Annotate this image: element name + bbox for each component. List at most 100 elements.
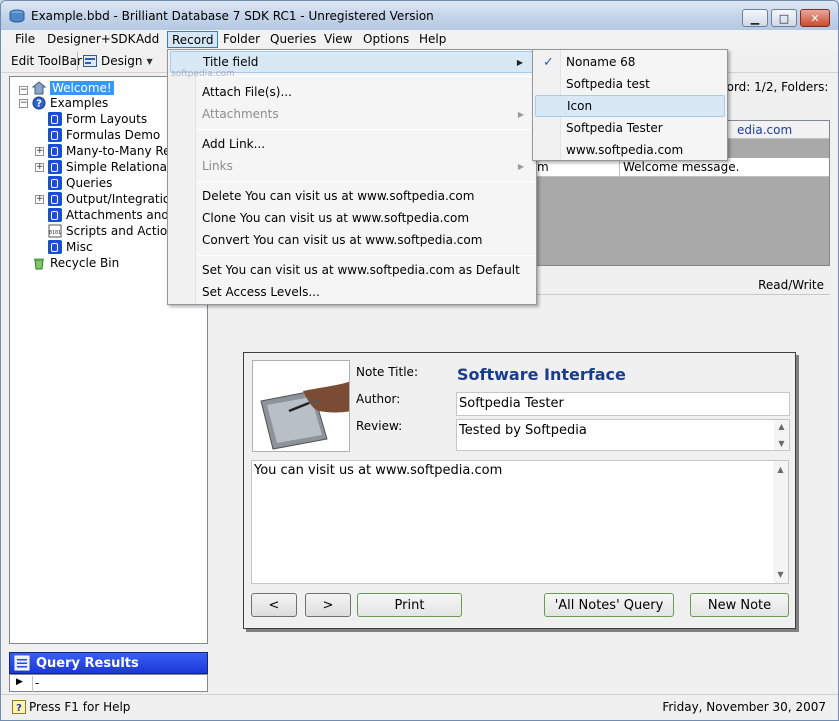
review-scrollbar[interactable]: ▲ ▼	[774, 420, 789, 450]
menu-item-convert[interactable]: Convert You can visit us at www.softpedi…	[170, 229, 534, 251]
menu-help[interactable]: Help	[415, 31, 450, 48]
expand-icon[interactable]: +	[35, 163, 44, 172]
design-icon	[83, 55, 97, 67]
menu-file[interactable]: File	[11, 31, 39, 48]
review-text: Tested by Softpedia	[459, 423, 587, 438]
tree-item-scripts-actions[interactable]: 0101 Scripts and Actions	[48, 223, 181, 239]
scroll-up-icon[interactable]: ▲	[773, 465, 788, 474]
help-circle-icon: ?	[32, 96, 46, 110]
book-icon	[48, 128, 62, 142]
check-icon: ✓	[543, 54, 554, 70]
svg-text:0101: 0101	[49, 230, 61, 236]
author-field[interactable]: Softpedia Tester	[456, 392, 790, 416]
status-date: Friday, November 30, 2007	[662, 700, 826, 714]
menu-item-delete[interactable]: Delete You can visit us at www.softpedia…	[170, 185, 534, 207]
status-bar: ? Press F1 for Help Friday, November 30,…	[1, 694, 838, 720]
book-icon	[48, 240, 62, 254]
menu-record[interactable]: Record	[167, 31, 219, 48]
menu-separator	[198, 76, 534, 77]
scroll-down-icon[interactable]: ▼	[773, 570, 788, 579]
tree-item-output-integration[interactable]: Output/Integration	[48, 191, 178, 207]
tree-item-formulas-demo[interactable]: Formulas Demo	[48, 127, 160, 143]
title-field-submenu: ✓ Noname 68 Softpedia test Icon Softpedi…	[532, 49, 728, 161]
record-menu: Title field ▶ Attach File(s)... Attachme…	[167, 49, 537, 305]
prev-record-button[interactable]: <	[251, 593, 297, 617]
app-window: Example.bbd - Brilliant Database 7 SDK R…	[0, 0, 839, 721]
menu-item-clone[interactable]: Clone You can visit us at www.softpedia.…	[170, 207, 534, 229]
menu-folder[interactable]: Folder	[219, 31, 264, 48]
menu-separator	[198, 181, 534, 182]
menu-item-links: Links ▶	[202, 159, 524, 173]
query-results-header[interactable]: Query Results	[9, 652, 208, 674]
scroll-up-icon[interactable]: ▲	[774, 422, 789, 431]
tree-item-examples[interactable]: ? Examples	[32, 95, 108, 111]
submenu-item-website[interactable]: www.softpedia.com	[535, 139, 725, 161]
grid-link-cell[interactable]: edia.com	[737, 123, 792, 137]
book-icon	[48, 176, 62, 190]
menu-view[interactable]: View	[320, 31, 356, 48]
book-icon	[48, 192, 62, 206]
collapse-icon[interactable]: −	[19, 86, 28, 95]
submenu-item-icon[interactable]: Icon	[535, 95, 725, 117]
book-icon	[48, 112, 62, 126]
menu-item-add-link[interactable]: Add Link...	[170, 133, 534, 155]
tree-item-form-layouts[interactable]: Form Layouts	[48, 111, 147, 127]
menu-queries[interactable]: Queries	[266, 31, 320, 48]
row-pointer-icon: ▶	[16, 677, 23, 687]
menu-item-set-default[interactable]: Set You can visit us at www.softpedia.co…	[170, 259, 534, 281]
status-help-text: Press F1 for Help	[29, 700, 131, 714]
query-results-cell: -	[32, 676, 39, 692]
menu-add[interactable]: Add	[132, 31, 163, 48]
maximize-button[interactable]: □	[771, 9, 797, 27]
submenu-item-softpedia-test[interactable]: Softpedia test	[535, 73, 725, 95]
book-icon	[48, 208, 62, 222]
close-button[interactable]: ✕	[800, 9, 830, 27]
book-icon	[48, 160, 62, 174]
all-notes-query-button[interactable]: 'All Notes' Query	[544, 593, 674, 617]
submenu-arrow-icon: ▶	[516, 57, 523, 67]
submenu-arrow-icon: ▶	[517, 161, 524, 171]
note-title-value[interactable]: Software Interface	[457, 365, 626, 384]
tree-item-queries[interactable]: Queries	[48, 175, 112, 191]
access-level: Read/Write	[758, 278, 824, 292]
expand-icon[interactable]: +	[35, 195, 44, 204]
note-form: Note Title: Software Interface Author: S…	[243, 352, 796, 629]
chevron-down-icon: ▼	[146, 56, 153, 66]
note-body-scrollbar[interactable]: ▲ ▼	[773, 461, 788, 583]
window-title: Example.bbd - Brilliant Database 7 SDK R…	[31, 9, 434, 23]
watermark: softpedia.com	[171, 69, 235, 79]
collapse-icon[interactable]: −	[19, 99, 28, 108]
submenu-arrow-icon: ▶	[517, 109, 524, 119]
menu-separator	[198, 129, 534, 130]
query-results-row[interactable]: ▶ -	[9, 674, 208, 692]
menu-options[interactable]: Options	[359, 31, 413, 48]
review-field[interactable]: Tested by Softpedia ▲ ▼	[456, 419, 790, 451]
note-body-field[interactable]: You can visit us at www.softpedia.com ▲ …	[251, 460, 789, 584]
help-icon: ?	[12, 700, 26, 714]
toolbar-separator	[77, 52, 78, 70]
submenu-item-noname-68[interactable]: ✓ Noname 68	[535, 51, 725, 73]
grid-cell: m	[537, 160, 549, 174]
author-label: Author:	[356, 392, 401, 406]
submenu-item-softpedia-tester[interactable]: Softpedia Tester	[535, 117, 725, 139]
design-label: Design	[101, 54, 143, 68]
menu-item-set-access-levels[interactable]: Set Access Levels...	[170, 281, 534, 303]
svg-text:?: ?	[36, 99, 42, 110]
minimize-button[interactable]: ▁	[742, 9, 768, 27]
menu-separator	[198, 255, 534, 256]
menu-designer-sdk[interactable]: Designer+SDK	[43, 31, 140, 48]
query-results-icon	[14, 655, 30, 671]
next-record-button[interactable]: >	[305, 593, 351, 617]
design-dropdown-button[interactable]: Design ▼	[83, 52, 153, 70]
recycle-bin-icon	[34, 258, 44, 270]
menu-item-attach-files[interactable]: Attach File(s)...	[170, 81, 534, 103]
new-note-button[interactable]: New Note	[690, 593, 789, 617]
tree-item-welcome[interactable]: Welcome!	[32, 80, 114, 96]
note-body-text: You can visit us at www.softpedia.com	[254, 463, 503, 478]
tree-item-misc[interactable]: Misc	[48, 239, 93, 255]
edit-toolbar-label[interactable]: Edit ToolBar	[11, 54, 82, 68]
tree-item-recycle-bin[interactable]: Recycle Bin	[32, 255, 119, 271]
scroll-down-icon[interactable]: ▼	[774, 439, 789, 448]
print-button[interactable]: Print	[357, 593, 462, 617]
expand-icon[interactable]: +	[35, 147, 44, 156]
